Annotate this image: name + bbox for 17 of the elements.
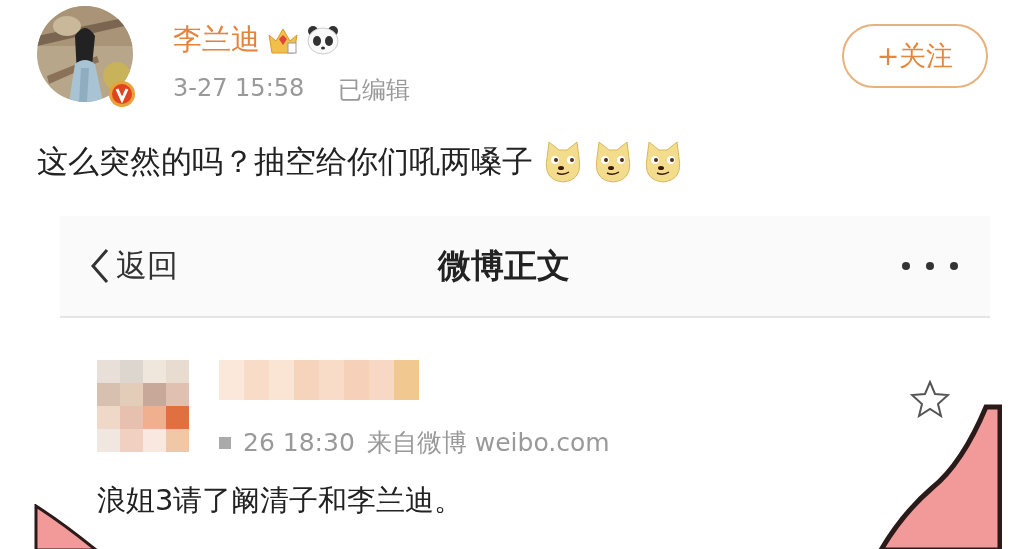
post-source: 来自微博 weibo.com <box>366 427 610 459</box>
more-icon <box>900 260 960 272</box>
post-time: 26 18:30 <box>243 428 355 457</box>
verified-badge-icon <box>108 80 136 108</box>
post-time: 3-27 15:58 <box>173 74 305 104</box>
follow-button[interactable]: +关注 <box>842 24 988 88</box>
edited-label: 已编辑 <box>338 75 411 106</box>
square-icon <box>219 436 231 449</box>
back-button[interactable]: 返回 <box>90 245 178 287</box>
panda-icon <box>306 25 340 55</box>
screen-title: 微博正文 <box>438 244 570 287</box>
author-name[interactable]: 李兰迪 <box>173 20 260 60</box>
star-icon <box>910 380 950 418</box>
post-text: 浪姐3请了阚清子和李兰迪。 <box>97 482 465 519</box>
post-text: 这么突然的吗？抽空给你们吼两嗓子 <box>37 142 533 181</box>
chevron-left-icon <box>90 248 110 284</box>
cartoon-shape-drawing <box>34 504 98 549</box>
